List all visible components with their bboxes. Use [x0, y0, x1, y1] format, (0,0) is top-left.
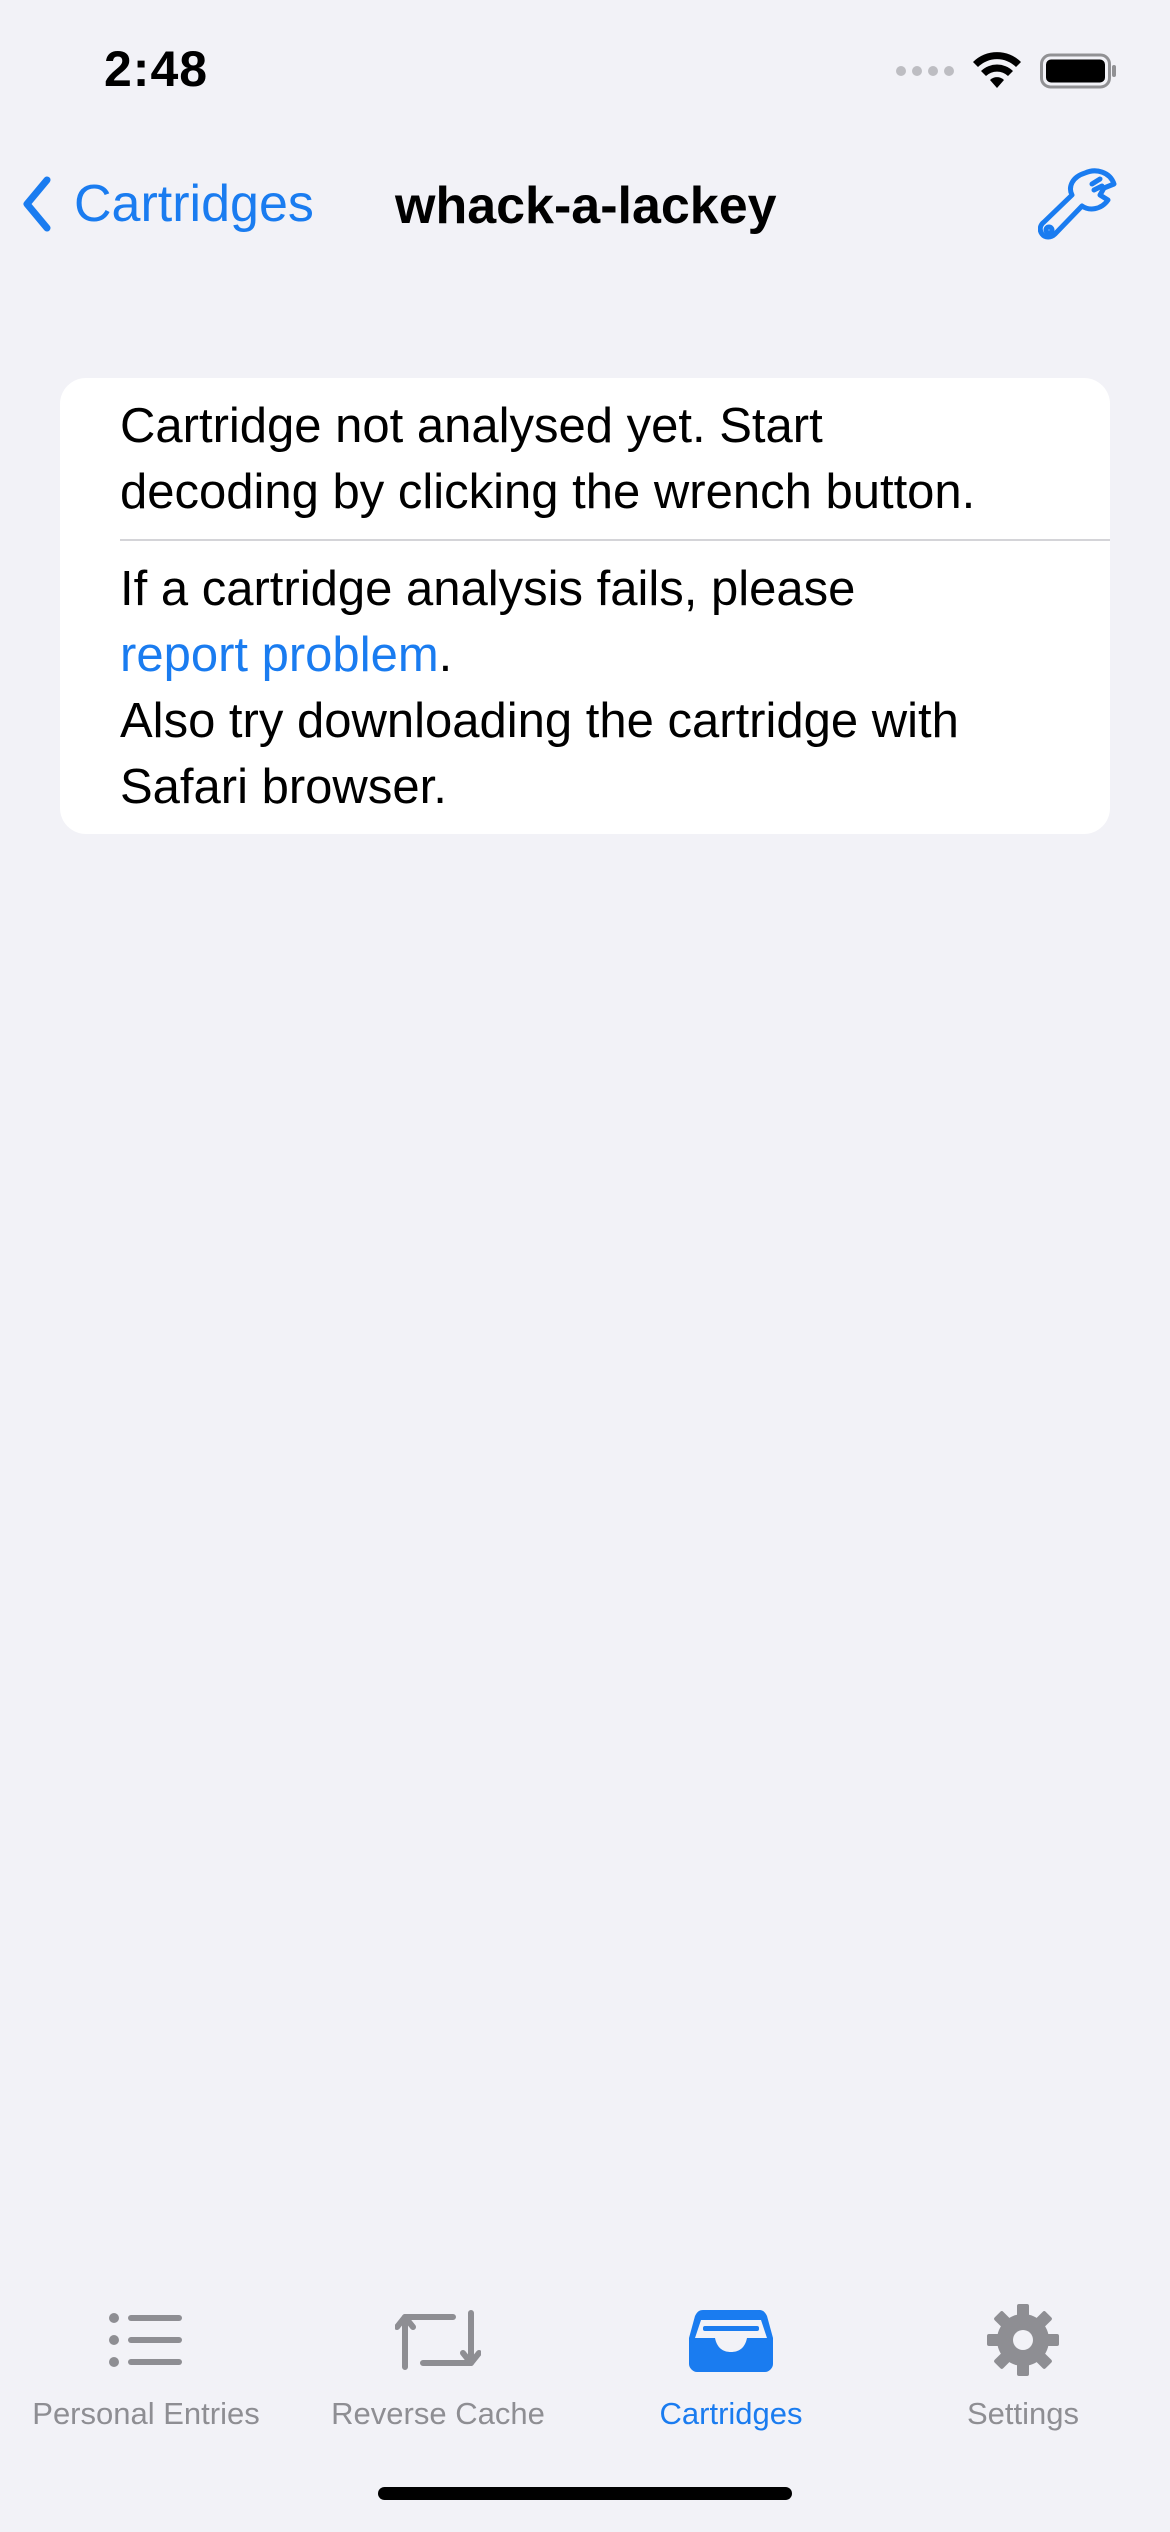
tray-icon [689, 2310, 773, 2372]
tab-personal-entries[interactable]: Personal Entries [0, 2300, 292, 2432]
safari-hint-text: Also try downloading the cartridge with [120, 694, 959, 748]
back-button-label: Cartridges [74, 175, 314, 233]
wrench-icon [1037, 168, 1117, 240]
tab-label: Personal Entries [32, 2396, 260, 2431]
status-bar: 2:48 [0, 0, 1170, 140]
report-suffix: . [438, 628, 453, 682]
wifi-icon [973, 52, 1021, 88]
report-line: report problem. [120, 622, 1110, 688]
analysis-info-card: Cartridge not analysed yet. Start decodi… [60, 378, 1110, 834]
page-title: whack-a-lackey [395, 177, 777, 235]
gear-icon [987, 2304, 1059, 2376]
tab-reverse-cache[interactable]: Reverse Cache [292, 2300, 584, 2432]
battery-icon [1040, 53, 1116, 89]
report-problem-link[interactable]: report problem [120, 628, 439, 682]
wrench-button[interactable] [1037, 164, 1118, 249]
back-button[interactable]: Cartridges [22, 174, 314, 234]
status-time: 2:48 [104, 41, 209, 97]
cellular-signal-icon [896, 66, 954, 76]
status-icons [896, 52, 1118, 90]
failure-help-message: If a cartridge analysis fails, please re… [120, 556, 1110, 820]
home-indicator [378, 2487, 792, 2500]
chevron-left-icon [23, 176, 51, 232]
failure-text: If a cartridge analysis fails, please [120, 562, 856, 616]
not-analysed-message: Cartridge not analysed yet. Start decodi… [120, 393, 1110, 525]
list-icon [109, 2313, 182, 2367]
tab-settings[interactable]: Settings [877, 2300, 1169, 2432]
tab-label: Cartridges [659, 2396, 803, 2431]
tab-cartridges[interactable]: Cartridges [585, 2300, 877, 2432]
tab-label: Settings [966, 2396, 1079, 2431]
navigation-bar: Cartridges whack-a-lackey [0, 160, 1170, 260]
message-line: Cartridge not analysed yet. Start [120, 399, 823, 453]
tab-label: Reverse Cache [331, 2396, 545, 2431]
safari-hint-text: Safari browser. [120, 760, 447, 814]
sync-arrows-icon [395, 2310, 481, 2370]
divider [120, 539, 1110, 541]
message-line: decoding by clicking the wrench button. [120, 465, 976, 519]
